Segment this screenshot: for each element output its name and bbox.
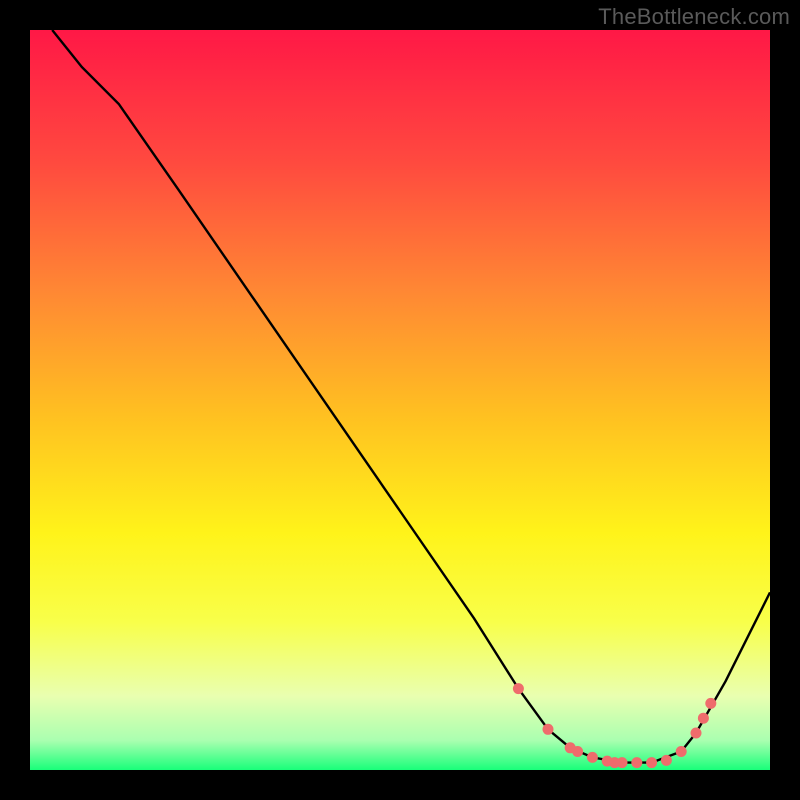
marker-dot xyxy=(513,683,524,694)
marker-dot xyxy=(587,752,598,763)
chart-stage: TheBottleneck.com xyxy=(0,0,800,800)
marker-dot xyxy=(572,746,583,757)
marker-dot xyxy=(698,713,709,724)
marker-dot xyxy=(543,724,554,735)
marker-dot xyxy=(705,698,716,709)
marker-dot xyxy=(617,757,628,768)
marker-dot xyxy=(646,757,657,768)
marker-dot xyxy=(661,755,672,766)
plot-background xyxy=(30,30,770,770)
marker-dot xyxy=(631,757,642,768)
marker-dot xyxy=(691,728,702,739)
chart-svg xyxy=(0,0,800,800)
marker-dot xyxy=(676,746,687,757)
